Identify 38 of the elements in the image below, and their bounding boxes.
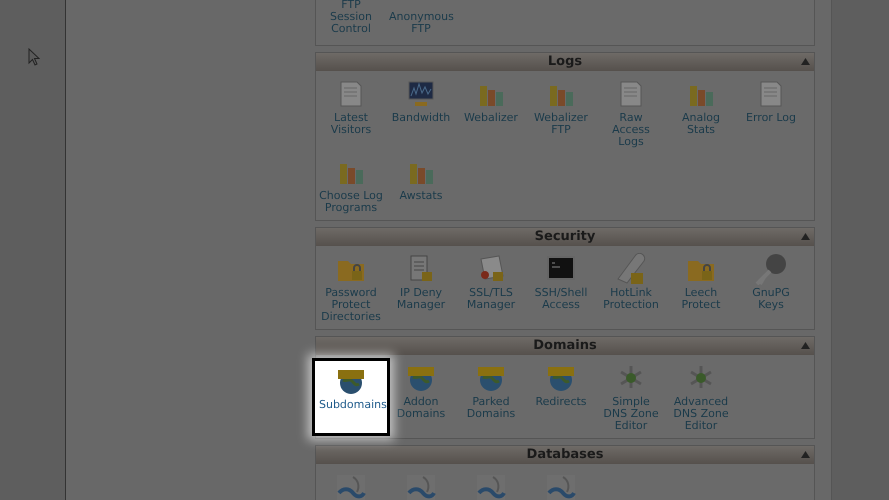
feature-link[interactable]: Webalizer FTP [526,74,596,152]
section-title: Databases [526,446,604,464]
feature-link[interactable]: GnuPG Keys [736,249,806,327]
feature-link[interactable]: FTP Session Control [316,0,386,39]
key-icon [755,253,787,285]
feature-link[interactable]: Awstats [386,152,456,218]
collapse-arrow-icon[interactable] [801,342,810,349]
feature-link[interactable]: Latest Visitors [316,74,386,152]
feature-link[interactable]: Parked Domains [456,358,526,436]
feature-link[interactable]: SSH/Shell Access [526,249,596,327]
feature-link[interactable]: SSL/TLS Manager [456,249,526,327]
section-header[interactable]: Security [316,228,814,246]
feature-link[interactable]: Anonymous FTP [386,5,456,39]
feature-link[interactable]: Bandwidth [386,74,456,152]
feature-link[interactable]: HotLink Protection [596,249,666,327]
feature-link[interactable]: Raw Access Logs [596,74,666,152]
collapse-arrow-icon[interactable] [801,451,810,458]
feature-link[interactable]: Redirects [526,358,596,436]
feature-link[interactable]: Webalizer [456,74,526,152]
section-title: Logs [548,53,582,72]
collapse-arrow-icon[interactable] [801,233,810,240]
section-header[interactable]: Logs [316,53,814,71]
collapse-arrow-icon[interactable] [801,58,810,65]
feature-link[interactable]: Password Protect Directories [316,249,386,327]
section-header[interactable]: Databases [316,446,814,464]
section-title: Domains [533,337,597,356]
section-title: Security [534,228,596,246]
feature-link[interactable]: Analog Stats [666,74,736,152]
feature-link[interactable]: IP Deny Manager [386,249,456,327]
feature-link[interactable]: Error Log [736,74,806,152]
feature-link[interactable]: Choose Log Programs [316,152,386,218]
cursor-icon [28,48,40,67]
feature-link[interactable]: Advanced DNS Zone Editor [666,358,736,436]
feature-link[interactable]: Leech Protect [666,249,736,327]
feature-link[interactable]: Simple DNS Zone Editor [596,358,666,436]
section-header[interactable]: Domains [316,337,814,355]
feature-link[interactable]: Subdomains [312,358,390,436]
paperclip-lock-icon [615,253,647,285]
